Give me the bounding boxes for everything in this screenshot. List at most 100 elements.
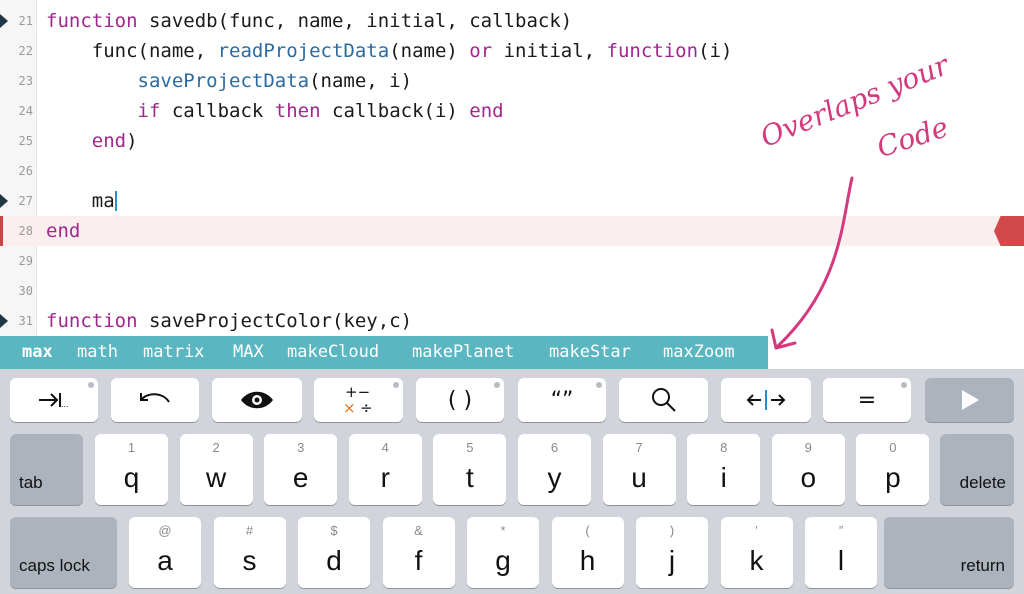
function-token: readProjectData — [217, 40, 390, 62]
tab-indent-key[interactable]: ... — [10, 378, 98, 422]
code-line[interactable]: 30 — [0, 276, 1024, 306]
keyword-token: end — [46, 220, 81, 242]
autocomplete-bar: max math matrix MAX makeCloud makePlanet makeS… — [0, 336, 768, 369]
letter-key[interactable]: $ d — [298, 517, 370, 588]
caps-lock-key[interactable]: caps lock — [10, 517, 117, 588]
letter-key[interactable]: ” l — [805, 517, 877, 588]
key-letter: e — [292, 462, 309, 493]
key-hint: 7 — [635, 440, 643, 455]
letter-key[interactable]: * g — [467, 517, 539, 588]
letter-key[interactable]: 9o — [771, 434, 845, 505]
parentheses-key[interactable]: ( ) — [416, 378, 504, 422]
key-letter: l — [837, 545, 845, 576]
return-key-label: return — [960, 556, 1005, 575]
text-cursor — [114, 191, 117, 211]
autocomplete-suggestion[interactable]: makePlanet — [412, 336, 514, 369]
code-line[interactable]: 21 function savedb(func, name, initial, c… — [0, 6, 1024, 36]
line-number: 31 — [18, 314, 33, 328]
autocomplete-suggestion[interactable]: MAX — [233, 336, 264, 369]
svg-text:...: ... — [61, 399, 69, 409]
undo-key[interactable] — [111, 378, 199, 422]
key-hint: ” — [838, 523, 844, 538]
delete-key[interactable]: delete — [940, 434, 1014, 505]
keyword-token: function — [46, 310, 138, 332]
key-hint: @ — [158, 523, 172, 538]
equals-label: = — [857, 387, 877, 413]
letter-key[interactable]: & f — [382, 517, 455, 588]
code-text[interactable]: function savedb(func, name, initial, cal… — [46, 6, 572, 36]
code-line[interactable]: 29 — [0, 246, 1024, 276]
code-token: callback — [160, 100, 275, 122]
key-hint: ( — [585, 523, 590, 538]
code-text[interactable]: function saveProjectColor(key,c) — [46, 306, 412, 336]
letter-key[interactable]: ’ k — [720, 517, 793, 588]
letter-key[interactable]: 7u — [602, 434, 676, 505]
letter-key[interactable]: 0p — [856, 434, 930, 505]
letter-key[interactable]: 6y — [518, 434, 591, 505]
equals-key[interactable]: = — [823, 378, 911, 422]
letter-key[interactable]: (h — [551, 517, 624, 588]
key-letter: g — [495, 545, 511, 576]
autocomplete-suggestion[interactable]: maxZoom — [663, 336, 735, 369]
autocomplete-suggestion[interactable]: matrix — [143, 336, 204, 369]
caps-lock-key-label: caps lock — [19, 556, 90, 575]
math-operators-key[interactable]: +− × ÷ — [314, 378, 403, 422]
key-letter: d — [326, 545, 342, 576]
code-text[interactable]: end — [46, 216, 80, 246]
code-line[interactable]: 31 function saveProjectColor(key,c) — [0, 306, 1024, 336]
autocomplete-suggestion[interactable]: makeCloud — [287, 336, 379, 369]
key-letter: u — [631, 462, 647, 493]
key-hint: & — [414, 523, 423, 538]
letter-key[interactable]: 2w — [179, 434, 253, 505]
key-letter: f — [414, 545, 423, 576]
key-letter: q — [123, 462, 140, 493]
tab-indent-icon: ... — [10, 378, 98, 422]
line-number: 25 — [18, 134, 33, 148]
key-letter: k — [749, 545, 764, 576]
key-hint: 4 — [381, 440, 389, 455]
eye-key[interactable] — [212, 378, 302, 422]
autocomplete-suggestion[interactable]: makeStar — [549, 336, 631, 369]
play-key[interactable] — [925, 378, 1014, 422]
cursor-move-icon — [721, 378, 811, 422]
code-text[interactable]: end) — [46, 126, 138, 156]
letter-key[interactable]: 1q — [95, 434, 168, 505]
code-text[interactable]: saveProjectData(name, i) — [46, 66, 413, 96]
quotes-key[interactable]: “” — [518, 378, 606, 422]
letter-key[interactable]: @ a — [129, 517, 201, 588]
code-text[interactable]: ma — [46, 186, 117, 216]
line-number: 23 — [18, 74, 33, 88]
code-token: initial, — [492, 40, 607, 62]
letter-key[interactable]: ) j — [636, 517, 708, 588]
code-token: func(name, — [46, 40, 218, 62]
code-token: callback(i) — [320, 100, 470, 122]
key-hint: 3 — [297, 440, 305, 455]
key-letter: p — [885, 462, 901, 493]
autocomplete-suggestion[interactable]: max — [22, 336, 53, 369]
autocomplete-suggestion[interactable]: math — [77, 336, 118, 369]
return-key[interactable]: return — [884, 517, 1014, 588]
undo-icon — [111, 378, 199, 422]
key-hint: 9 — [804, 440, 812, 455]
letter-key[interactable]: # s — [213, 517, 286, 588]
code-text[interactable]: func(name, readProjectData(name) or init… — [46, 36, 733, 66]
error-flag-icon[interactable] — [994, 216, 1024, 246]
code-line[interactable]: 22 func(name, readProjectData(name) or i… — [0, 36, 1024, 66]
letter-key[interactable]: 4r — [348, 434, 422, 505]
keyword-token: function — [46, 10, 138, 32]
code-token: (name, i) — [309, 70, 413, 92]
key-letter: a — [157, 545, 173, 576]
code-text[interactable]: if callback then callback(i) end — [46, 96, 504, 126]
key-letter: i — [720, 462, 727, 493]
letter-key[interactable]: 3e — [264, 434, 338, 505]
letter-key[interactable]: 8i — [687, 434, 761, 505]
keyword-token: then — [274, 100, 321, 122]
cursor-move-key[interactable] — [721, 378, 811, 422]
code-token: ) — [126, 130, 138, 152]
keyword-token: or — [469, 40, 493, 62]
letter-key[interactable]: 5t — [433, 434, 507, 505]
tab-key-label: tab — [19, 473, 43, 492]
tab-key[interactable]: tab — [10, 434, 83, 505]
search-key[interactable] — [619, 378, 708, 422]
